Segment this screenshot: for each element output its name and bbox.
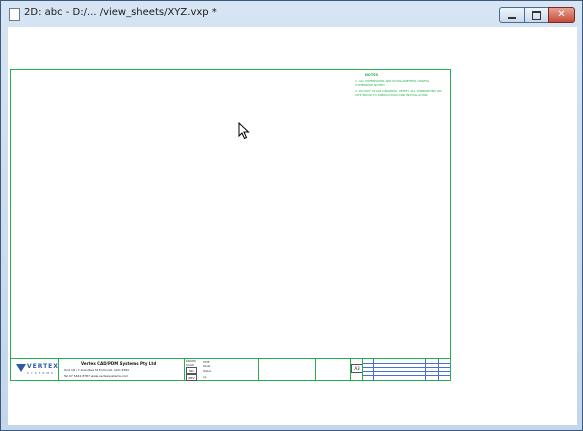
rev-row-line [363, 375, 450, 376]
minimize-button[interactable] [499, 7, 525, 23]
company-name: Vertex CAD/PDM Systems Pty Ltd [81, 361, 157, 366]
box-no: NO [186, 367, 197, 374]
field-value-2: Status [203, 370, 211, 373]
notes-block: NOTES 1. ALL DIMENSIONS ARE IN MILLIMETE… [355, 73, 447, 99]
drawing-canvas[interactable]: NOTES 1. ALL DIMENSIONS ARE IN MILLIMETE… [8, 27, 577, 425]
label-date: DATE [203, 361, 210, 364]
field-value-3: Cp [203, 376, 207, 379]
minimize-icon [508, 16, 516, 19]
note-line-1: 1. ALL DIMENSIONS ARE IN MILLIMETERS UNL… [355, 79, 430, 87]
mouse-cursor-icon [238, 122, 250, 140]
revision-table [363, 359, 450, 381]
info-cell: DRAWN SCALE NO REV DATE Sheet Status Cp [185, 359, 259, 381]
label-drawn: DRAWN [186, 360, 196, 363]
title-bar[interactable]: 2D: abc - D:/... /view_sheets/XYZ.vxp * … [1, 1, 582, 27]
logo-word: VERTEX [27, 363, 59, 370]
logo-mark-icon [16, 364, 26, 372]
rev-col-line [373, 359, 374, 381]
rev-col-line [438, 359, 439, 381]
company-address: Unit 18 / 7 Grevillea St Eumundi, QLD 45… [64, 368, 130, 372]
maximize-button[interactable] [524, 7, 549, 23]
company-cell: Vertex CAD/PDM Systems Pty Ltd Unit 18 /… [59, 359, 185, 381]
size-cell [351, 359, 363, 381]
rev-row-line [363, 363, 450, 364]
note-line-2: 2. DO NOT SCALE DRAWING. VERIFY ALL DIME… [355, 89, 442, 97]
box-rev: REV [186, 374, 197, 381]
field-value-1: Sheet [203, 365, 211, 368]
rev-row-line [363, 367, 450, 368]
description-cell [259, 359, 316, 381]
rev-col-line [425, 359, 426, 381]
maximize-icon [532, 10, 541, 20]
company-contact: Tel 07 5442 8787 www.vertexsystems.com [64, 374, 129, 378]
title-block: VERTEX SYSTEMS Vertex CAD/PDM Systems Pt… [11, 358, 450, 381]
close-button[interactable]: ✕ [548, 7, 575, 23]
document-icon [9, 8, 20, 21]
approval-cell: A3 [316, 359, 363, 381]
logo-subtitle: SYSTEMS [27, 371, 55, 375]
close-icon: ✕ [557, 9, 566, 20]
drawing-sheet-border[interactable]: NOTES 1. ALL DIMENSIONS ARE IN MILLIMETE… [10, 69, 451, 381]
window-title: 2D: abc - D:/... /view_sheets/XYZ.vxp * [24, 7, 217, 18]
logo-cell: VERTEX SYSTEMS [11, 359, 59, 381]
app-window: 2D: abc - D:/... /view_sheets/XYZ.vxp * … [0, 0, 583, 431]
rev-row-line [363, 371, 450, 372]
notes-heading: NOTES [365, 73, 379, 77]
